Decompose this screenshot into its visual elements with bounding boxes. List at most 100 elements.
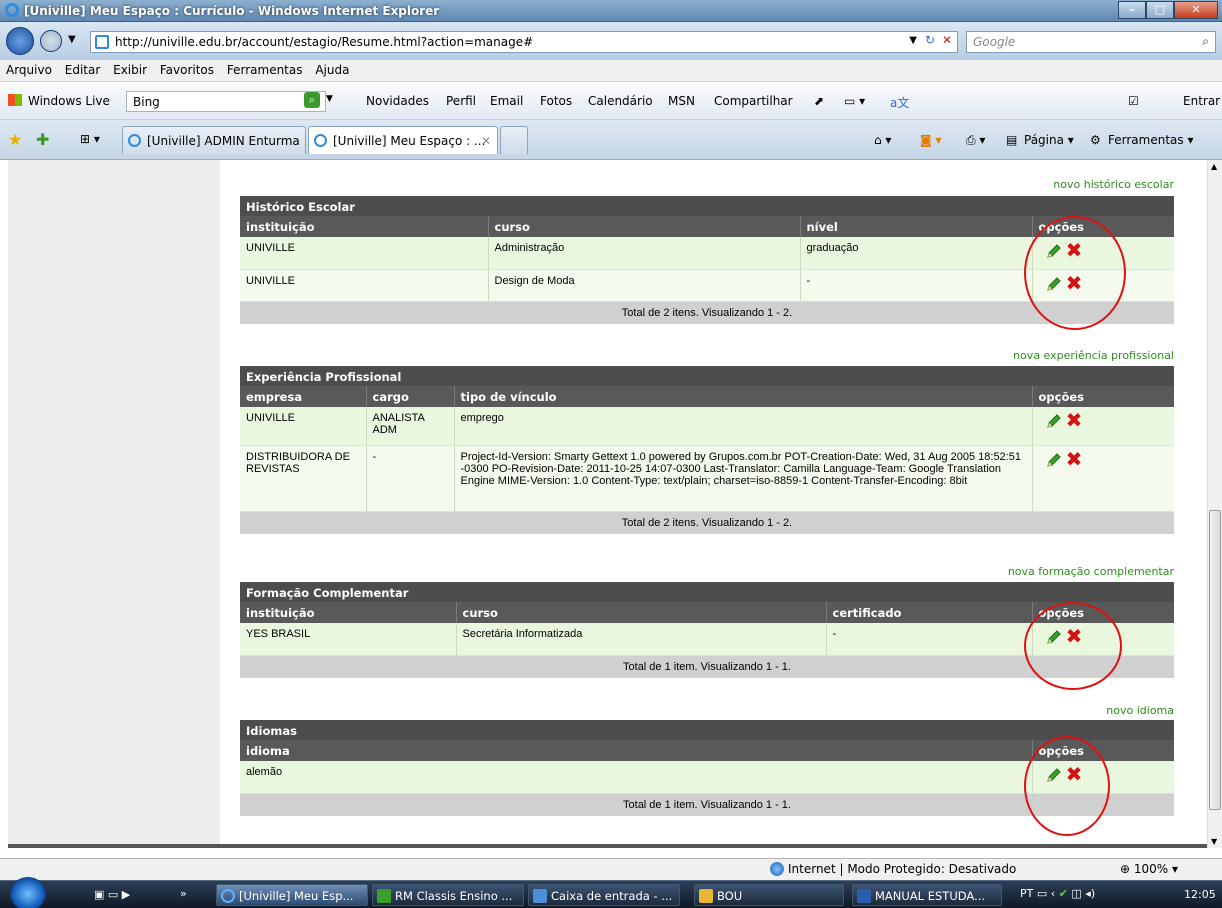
url-field[interactable]: http://univille.edu.br/account/estagio/R… xyxy=(90,31,958,53)
refresh-icon[interactable]: ↻ xyxy=(925,33,935,47)
column-header: empresa xyxy=(240,386,366,407)
home-icon[interactable]: ⌂ ▾ xyxy=(874,133,891,147)
menu-editar[interactable]: Editar xyxy=(65,63,101,77)
live-link-msn[interactable]: MSN xyxy=(668,94,695,108)
menu-favoritos[interactable]: Favoritos xyxy=(160,63,214,77)
tray-arrow-icon[interactable]: ‹ xyxy=(1051,887,1055,900)
cell: - xyxy=(799,269,1032,302)
annotation-circle xyxy=(1024,216,1126,330)
bing-search-input[interactable]: Bing xyxy=(126,91,326,112)
menu-exibir[interactable]: Exibir xyxy=(113,63,147,77)
live-link-email[interactable]: Email xyxy=(490,94,523,108)
windows-live-label[interactable]: Windows Live xyxy=(28,94,110,108)
scroll-down-icon[interactable]: ▼ xyxy=(1211,837,1217,846)
taskbar-item-label: Caixa de entrada - ... xyxy=(551,889,673,903)
security-zone[interactable]: Internet | Modo Protegido: Desativado xyxy=(788,862,1016,876)
close-tab-icon[interactable]: ✕ xyxy=(481,134,491,148)
ie-logo-icon xyxy=(5,3,19,17)
tools-menu[interactable]: Ferramentas ▾ xyxy=(1108,133,1193,147)
minimize-button[interactable]: – xyxy=(1118,1,1146,19)
menu-ajuda[interactable]: Ajuda xyxy=(315,63,349,77)
edit-pencil-icon[interactable] xyxy=(1045,452,1062,469)
bing-search-value: Bing xyxy=(133,95,160,109)
annotation-circle xyxy=(1024,602,1122,690)
new-idioma-link[interactable]: novo idioma xyxy=(1106,704,1174,717)
new-experiencia-link[interactable]: nova experiência profissional xyxy=(1013,349,1174,362)
keyboard-tray-icon[interactable]: ▭ xyxy=(1037,887,1047,900)
column-header: nível xyxy=(799,216,1032,237)
page-menu-label: Página xyxy=(1024,133,1064,147)
scroll-up-icon[interactable]: ▲ xyxy=(1211,162,1217,171)
options-cell: ✖ xyxy=(1031,445,1174,512)
clock[interactable]: 12:05 xyxy=(1184,888,1216,901)
scroll-thumb[interactable] xyxy=(1209,510,1221,810)
add-favorite-icon[interactable]: ✚ xyxy=(36,130,49,149)
windows-live-toolbar: Windows Live Bing ⌕ ▼ Novidades Perfil E… xyxy=(0,82,1222,120)
network-icon[interactable]: ◫ xyxy=(1071,887,1081,900)
print-icon[interactable]: ⎙ ▾ xyxy=(966,133,985,148)
language-indicator[interactable]: PT xyxy=(1020,887,1033,900)
taskbar-item-ie[interactable]: [Univille] Meu Esp... xyxy=(216,884,368,906)
section-title: Formação Complementar xyxy=(240,582,1174,602)
delete-icon[interactable]: ✖ xyxy=(1066,410,1083,430)
taskbar-item-manual[interactable]: MANUAL ESTUDA... xyxy=(852,884,1002,906)
favorites-star-icon[interactable]: ★ xyxy=(8,130,22,149)
zoom-level[interactable]: ⊕ 100% ▾ xyxy=(1120,862,1178,876)
live-link-calendario[interactable]: Calendário xyxy=(588,94,653,108)
taskbar-item-inbox[interactable]: Caixa de entrada - ... xyxy=(528,884,680,906)
window-title: [Univille] Meu Espaço : Currículo - Wind… xyxy=(24,4,440,18)
start-button[interactable] xyxy=(10,877,46,908)
page-menu[interactable]: Página ▾ xyxy=(1024,133,1074,147)
cell: - xyxy=(825,623,1032,656)
system-tray: PT ▭ ‹ ✔ ◫ ◂) xyxy=(1020,887,1095,900)
live-link-compartilhar[interactable]: Compartilhar xyxy=(714,94,793,108)
live-link-novidades[interactable]: Novidades xyxy=(366,94,429,108)
cell: DISTRIBUIDORA DE REVISTAS xyxy=(240,445,366,512)
tab-admin-enturma[interactable]: [Univille] ADMIN Enturma ... xyxy=(122,126,306,154)
tab-meu-espaco[interactable]: [Univille] Meu Espaço : ... ✕ xyxy=(308,126,498,154)
back-button[interactable] xyxy=(6,27,34,55)
signin-checkbox-icon[interactable]: ☑ xyxy=(1128,94,1139,108)
search-input[interactable]: Google ⌕ xyxy=(966,31,1216,53)
live-link-fotos[interactable]: Fotos xyxy=(540,94,572,108)
volume-icon[interactable]: ◂) xyxy=(1085,887,1095,900)
forward-button[interactable] xyxy=(40,30,62,52)
ie-tab-icon xyxy=(314,134,327,147)
new-formacao-link[interactable]: nova formação complementar xyxy=(1008,565,1174,578)
new-historico-link[interactable]: novo histórico escolar xyxy=(1053,178,1174,191)
window-titlebar: [Univille] Meu Espaço : Currículo - Wind… xyxy=(0,0,1222,22)
history-dropdown-icon[interactable]: ▼ xyxy=(68,34,76,45)
translate-icon[interactable]: a文 xyxy=(890,94,909,111)
security-check-icon[interactable]: ✔ xyxy=(1059,887,1068,900)
maximize-button[interactable]: □ xyxy=(1146,1,1174,19)
mail-icon xyxy=(533,889,547,903)
search-icon[interactable]: ⌕ xyxy=(1202,34,1209,49)
signin-link[interactable]: Entrar xyxy=(1183,94,1220,108)
new-tab-button[interactable] xyxy=(500,126,528,154)
delete-icon[interactable]: ✖ xyxy=(1066,449,1083,469)
quick-tabs-icon[interactable]: ⊞ ▾ xyxy=(80,132,100,146)
table-header-row: empresa cargo tipo de vínculo opções xyxy=(240,386,1174,407)
sharing-icon[interactable]: ⬈ xyxy=(814,94,824,108)
taskbar-item-rm[interactable]: RM Classis Ensino ... xyxy=(372,884,524,906)
feeds-icon[interactable]: ◙ ▾ xyxy=(920,133,941,147)
vertical-scrollbar[interactable]: ▲ ▼ xyxy=(1207,160,1222,848)
live-link-perfil[interactable]: Perfil xyxy=(446,94,476,108)
edit-pencil-icon[interactable] xyxy=(1045,413,1062,430)
tab-bar: ★ ✚ ⊞ ▾ [Univille] ADMIN Enturma ... [Un… xyxy=(0,120,1222,160)
bing-search-icon[interactable]: ⌕ xyxy=(304,92,320,108)
quick-launch-more-icon[interactable]: » xyxy=(180,887,187,900)
keyboard-icon[interactable]: ▭ ▾ xyxy=(844,94,865,108)
menu-arquivo[interactable]: Arquivo xyxy=(6,63,52,77)
ie-taskbar-icon xyxy=(221,889,235,903)
taskbar-item-label: BOU xyxy=(717,889,743,903)
experiencia-table: empresa cargo tipo de vínculo opções UNI… xyxy=(240,386,1174,512)
taskbar-item-bou[interactable]: BOU xyxy=(694,884,844,906)
close-window-button[interactable]: ✕ xyxy=(1174,1,1218,19)
quick-launch-icons[interactable]: ▣ ▭ ▶ xyxy=(94,888,130,901)
url-dropdown-icon[interactable]: ▼ xyxy=(909,35,917,46)
stop-icon[interactable]: ✕ xyxy=(942,33,952,47)
column-header: cargo xyxy=(365,386,454,407)
bing-dropdown-icon[interactable]: ▼ xyxy=(326,94,333,104)
menu-ferramentas[interactable]: Ferramentas xyxy=(227,63,303,77)
